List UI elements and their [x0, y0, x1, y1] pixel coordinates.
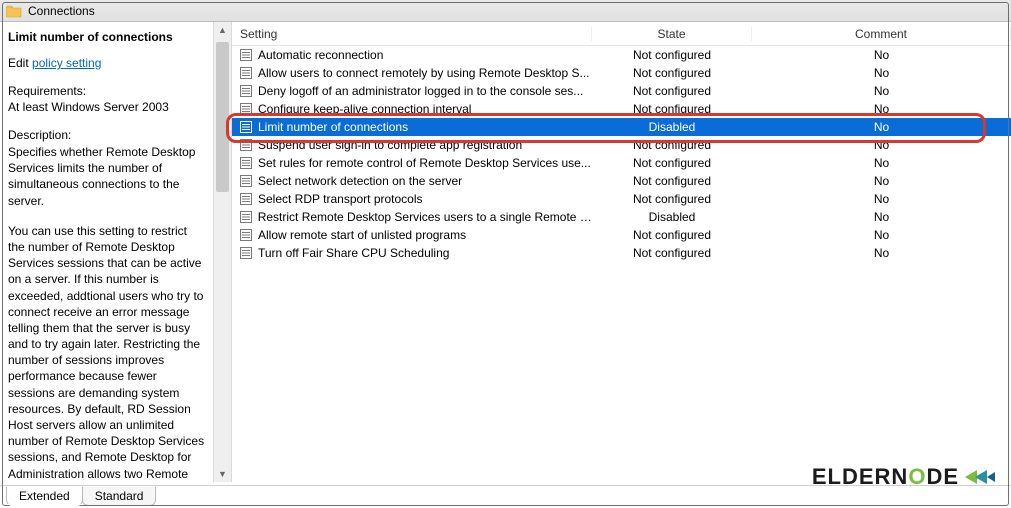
policy-icon — [238, 102, 254, 116]
edit-policy-link[interactable]: policy setting — [32, 56, 101, 70]
setting-state: Not configured — [592, 102, 752, 116]
policy-icon — [238, 84, 254, 98]
scroll-down-arrow[interactable]: ▼ — [214, 466, 231, 482]
details-pane: Limit number of connections Edit policy … — [0, 22, 214, 482]
table-row[interactable]: Limit number of connections DisabledNo — [232, 118, 1011, 136]
selected-policy-title: Limit number of connections — [8, 30, 205, 44]
table-row[interactable]: Automatic reconnection Not configuredNo — [232, 46, 1011, 64]
column-header-row: Setting State Comment — [232, 22, 1011, 46]
policy-icon — [238, 210, 254, 224]
setting-state: Disabled — [592, 210, 752, 224]
requirements-label: Requirements: — [8, 84, 205, 98]
setting-comment: No — [752, 246, 1011, 260]
policy-icon — [238, 138, 254, 152]
setting-state: Not configured — [592, 66, 752, 80]
column-header-comment[interactable]: Comment — [752, 27, 1011, 41]
setting-name: Set rules for remote control of Remote D… — [254, 156, 591, 170]
setting-name: Restrict Remote Desktop Services users t… — [254, 210, 592, 224]
setting-state: Not configured — [592, 246, 752, 260]
setting-name: Allow remote start of unlisted programs — [254, 228, 466, 242]
table-row[interactable]: Turn off Fair Share CPU Scheduling Not co… — [232, 244, 1011, 262]
table-row[interactable]: Restrict Remote Desktop Services users t… — [232, 208, 1011, 226]
scroll-up-arrow[interactable]: ▲ — [214, 22, 231, 38]
setting-comment: No — [752, 102, 1011, 116]
setting-comment: No — [752, 84, 1011, 98]
scrollbar[interactable]: ▲ ▼ — [214, 22, 232, 482]
setting-state: Not configured — [592, 84, 752, 98]
scroll-thumb[interactable] — [216, 42, 229, 192]
policy-icon — [238, 174, 254, 188]
setting-state: Not configured — [592, 192, 752, 206]
policy-icon — [238, 156, 254, 170]
watermark-logo: ELDERNODE — [812, 464, 997, 490]
tab-extended[interactable]: Extended — [6, 487, 83, 506]
column-header-state[interactable]: State — [592, 27, 752, 41]
table-row[interactable]: Allow users to connect remotely by using… — [232, 64, 1011, 82]
policy-icon — [238, 246, 254, 260]
edit-prefix: Edit — [8, 56, 32, 70]
policy-icon — [238, 66, 254, 80]
policy-icon — [238, 192, 254, 206]
setting-name: Select RDP transport protocols — [254, 192, 423, 206]
table-row[interactable]: Select RDP transport protocols Not config… — [232, 190, 1011, 208]
setting-name: Deny logoff of an administrator logged i… — [254, 84, 583, 98]
tab-standard[interactable]: Standard — [82, 487, 157, 506]
setting-comment: No — [752, 174, 1011, 188]
setting-state: Not configured — [592, 156, 752, 170]
description-para: Specifies whether Remote Desktop Service… — [8, 144, 205, 209]
description-body: Specifies whether Remote Desktop Service… — [8, 144, 205, 482]
setting-comment: No — [752, 120, 1011, 134]
description-label: Description: — [8, 128, 205, 142]
setting-name: Limit number of connections — [254, 120, 408, 134]
setting-comment: No — [752, 228, 1011, 242]
setting-comment: No — [752, 156, 1011, 170]
edit-policy-line: Edit policy setting — [8, 56, 205, 70]
setting-comment: No — [752, 192, 1011, 206]
setting-name: Turn off Fair Share CPU Scheduling — [254, 246, 449, 260]
window-titlebar: Connections — [0, 0, 1011, 22]
table-row[interactable]: Select network detection on the server No… — [232, 172, 1011, 190]
watermark-text: ELDERNODE — [812, 464, 959, 490]
window-title: Connections — [28, 4, 95, 18]
setting-name: Automatic reconnection — [254, 48, 383, 62]
watermark-arrows-icon — [963, 466, 997, 488]
setting-comment: No — [752, 48, 1011, 62]
setting-state: Disabled — [592, 120, 752, 134]
policy-icon — [238, 48, 254, 62]
table-row[interactable]: Set rules for remote control of Remote D… — [232, 154, 1011, 172]
table-row[interactable]: Allow remote start of unlisted programs N… — [232, 226, 1011, 244]
setting-comment: No — [752, 138, 1011, 152]
policy-icon — [238, 120, 254, 134]
setting-name: Suspend user sign-in to complete app reg… — [254, 138, 522, 152]
setting-name: Allow users to connect remotely by using… — [254, 66, 589, 80]
policy-icon — [238, 228, 254, 242]
table-row[interactable]: Deny logoff of an administrator logged i… — [232, 82, 1011, 100]
setting-name: Select network detection on the server — [254, 174, 462, 188]
setting-comment: No — [752, 66, 1011, 80]
setting-state: Not configured — [592, 228, 752, 242]
requirements-value: At least Windows Server 2003 — [8, 100, 205, 114]
settings-list-pane: ▲ ▼ Setting State Comment Automatic reco… — [214, 22, 1011, 482]
setting-state: Not configured — [592, 48, 752, 62]
setting-state: Not configured — [592, 138, 752, 152]
setting-state: Not configured — [592, 174, 752, 188]
table-row[interactable]: Configure keep-alive connection interval… — [232, 100, 1011, 118]
rows-container: Automatic reconnectionNot configuredNoAl… — [232, 46, 1011, 262]
folder-icon — [6, 4, 22, 18]
setting-comment: No — [752, 210, 1011, 224]
column-header-setting[interactable]: Setting — [232, 27, 592, 41]
setting-name: Configure keep-alive connection interval — [254, 102, 471, 116]
description-para: You can use this setting to restrict the… — [8, 223, 205, 482]
table-row[interactable]: Suspend user sign-in to complete app reg… — [232, 136, 1011, 154]
